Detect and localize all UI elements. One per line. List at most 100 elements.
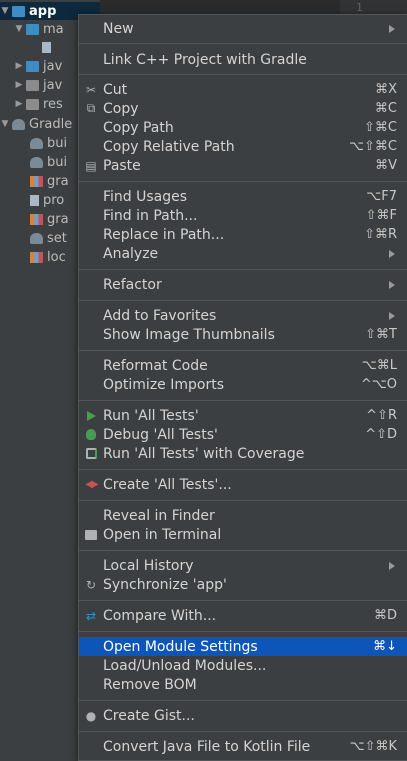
menu-item-label: Open Module Settings (103, 638, 258, 655)
context-menu: New Link C++ Project with Gradle ✂ Cut ⌘… (78, 14, 407, 761)
gradle-icon (30, 137, 43, 149)
menu-item-shortcut: ^⇧D (365, 427, 397, 442)
menu-item-run-all-tests[interactable]: Run 'All Tests' ^⇧R (79, 406, 407, 425)
menu-item-label: Open in Terminal (103, 526, 222, 543)
menu-item-new[interactable]: New (79, 19, 407, 38)
menu-item-synchronize[interactable]: ↻ Synchronize 'app' (79, 575, 407, 594)
tree-item-label: bui (47, 154, 68, 170)
menu-item-label: Cut (103, 81, 128, 98)
tree-item-label: Gradle (29, 116, 73, 132)
menu-item-load-unload-modules[interactable]: Load/Unload Modules... (79, 656, 407, 675)
menu-separator (79, 700, 407, 701)
menu-item-shortcut: ⇧⌘C (364, 120, 397, 135)
menu-separator (79, 43, 407, 44)
menu-item-local-history[interactable]: Local History (79, 556, 407, 575)
menu-item-label: Local History (103, 557, 194, 574)
expand-arrow-icon[interactable]: ▶ (14, 61, 24, 71)
github-icon: ● (85, 708, 97, 723)
menu-item-optimize-imports[interactable]: Optimize Imports ^⌥O (79, 375, 407, 394)
menu-item-find-usages[interactable]: Find Usages ⌥F7 (79, 187, 407, 206)
menu-item-label: Convert Java File to Kotlin File (103, 738, 311, 755)
menu-item-replace-in-path[interactable]: Replace in Path... ⇧⌘R (79, 225, 407, 244)
menu-item-refactor[interactable]: Refactor (79, 275, 407, 294)
menu-item-find-in-path[interactable]: Find in Path... ⇧⌘F (79, 206, 407, 225)
menu-item-shortcut: ⌥⌘L (361, 358, 397, 373)
menu-item-label: Reformat Code (103, 357, 208, 374)
menu-separator (79, 181, 407, 182)
submenu-arrow-icon (389, 249, 395, 258)
manifest-file-icon (42, 41, 51, 53)
menu-item-link-cpp-project[interactable]: Link C++ Project with Gradle (79, 50, 407, 69)
tree-item-label: jav (43, 77, 63, 93)
menu-item-open-module-settings[interactable]: Open Module Settings ⌘↓ (79, 637, 407, 656)
menu-separator (79, 400, 407, 401)
menu-item-shortcut: ⇧⌘T (365, 327, 397, 342)
menu-item-shortcut: ^⌥O (360, 377, 397, 392)
menu-item-label: Compare With... (103, 607, 217, 624)
menu-item-open-in-terminal[interactable]: Open in Terminal (79, 525, 407, 544)
menu-item-label: Debug 'All Tests' (103, 426, 218, 443)
menu-item-shortcut: ⌘D (373, 608, 397, 623)
menu-item-copy[interactable]: ⧉ Copy ⌘C (79, 99, 407, 118)
menu-item-analyze[interactable]: Analyze (79, 244, 407, 263)
create-test-icon: ◀▶ (85, 479, 98, 490)
properties-icon (30, 213, 43, 225)
menu-item-convert-java-to-kotlin[interactable]: Convert Java File to Kotlin File ⌥⇧⌘K (79, 737, 407, 756)
menu-item-show-image-thumbnails[interactable]: Show Image Thumbnails ⇧⌘T (79, 325, 407, 344)
menu-item-shortcut: ⌘↓ (373, 639, 397, 654)
menu-item-debug-all-tests[interactable]: Debug 'All Tests' ^⇧D (79, 425, 407, 444)
menu-item-remove-bom[interactable]: Remove BOM (79, 675, 407, 694)
menu-item-label: Find Usages (103, 188, 188, 205)
menu-item-label: Refactor (103, 276, 162, 293)
menu-item-label: Add to Favorites (103, 307, 217, 324)
menu-item-label: Remove BOM (103, 676, 197, 693)
gradle-icon (30, 232, 43, 244)
menu-item-label: Optimize Imports (103, 376, 224, 393)
menu-item-shortcut: ⇧⌘F (365, 208, 397, 223)
line-number: 1 (356, 1, 363, 14)
menu-item-run-with-coverage[interactable]: Run 'All Tests' with Coverage (79, 444, 407, 463)
scissors-icon: ✂ (85, 82, 97, 97)
expand-arrow-icon[interactable]: ▼ (0, 119, 10, 129)
menu-item-label: New (103, 20, 134, 37)
run-icon (83, 408, 99, 424)
menu-item-shortcut: ⌘X (375, 82, 397, 97)
file-icon (30, 194, 39, 206)
menu-item-label: Load/Unload Modules... (103, 657, 267, 674)
menu-item-create-gist[interactable]: ● Create Gist... (79, 706, 407, 725)
gradle-icon (12, 118, 25, 130)
module-folder-icon (12, 5, 25, 17)
menu-separator (79, 500, 407, 501)
menu-item-cut[interactable]: ✂ Cut ⌘X (79, 80, 407, 99)
menu-item-reveal-in-finder[interactable]: Reveal in Finder (79, 506, 407, 525)
tree-item-label: pro (43, 192, 65, 208)
menu-item-add-to-favorites[interactable]: Add to Favorites (79, 306, 407, 325)
menu-item-copy-relative-path[interactable]: Copy Relative Path ⌥⇧⌘C (79, 137, 407, 156)
tree-item-label: app (29, 3, 57, 19)
menu-item-copy-path[interactable]: Copy Path ⇧⌘C (79, 118, 407, 137)
menu-item-label: Link C++ Project with Gradle (103, 51, 307, 68)
expand-arrow-icon[interactable]: ▼ (14, 24, 24, 34)
menu-item-reformat-code[interactable]: Reformat Code ⌥⌘L (79, 356, 407, 375)
menu-item-label: Copy (103, 100, 139, 117)
menu-item-compare-with[interactable]: ⇄ Compare With... ⌘D (79, 606, 407, 625)
expand-arrow-icon[interactable]: ▶ (14, 99, 24, 109)
menu-item-label: Analyze (103, 245, 159, 262)
menu-separator (79, 74, 407, 75)
expand-arrow-icon[interactable]: ▼ (0, 6, 10, 16)
menu-item-create-all-tests[interactable]: ◀▶ Create 'All Tests'... (79, 475, 407, 494)
menu-separator (79, 600, 407, 601)
menu-separator (79, 731, 407, 732)
menu-item-label: Find in Path... (103, 207, 198, 224)
debug-icon (83, 427, 99, 443)
menu-separator (79, 550, 407, 551)
submenu-arrow-icon (389, 24, 395, 33)
menu-item-label: Replace in Path... (103, 226, 225, 243)
folder-icon (26, 60, 39, 72)
expand-arrow-icon[interactable]: ▶ (14, 80, 24, 90)
terminal-icon (83, 527, 99, 543)
tree-item-label: gra (47, 173, 69, 189)
menu-item-label: Run 'All Tests' (103, 407, 199, 424)
menu-separator (79, 350, 407, 351)
menu-item-paste[interactable]: ▤ Paste ⌘V (79, 156, 407, 175)
